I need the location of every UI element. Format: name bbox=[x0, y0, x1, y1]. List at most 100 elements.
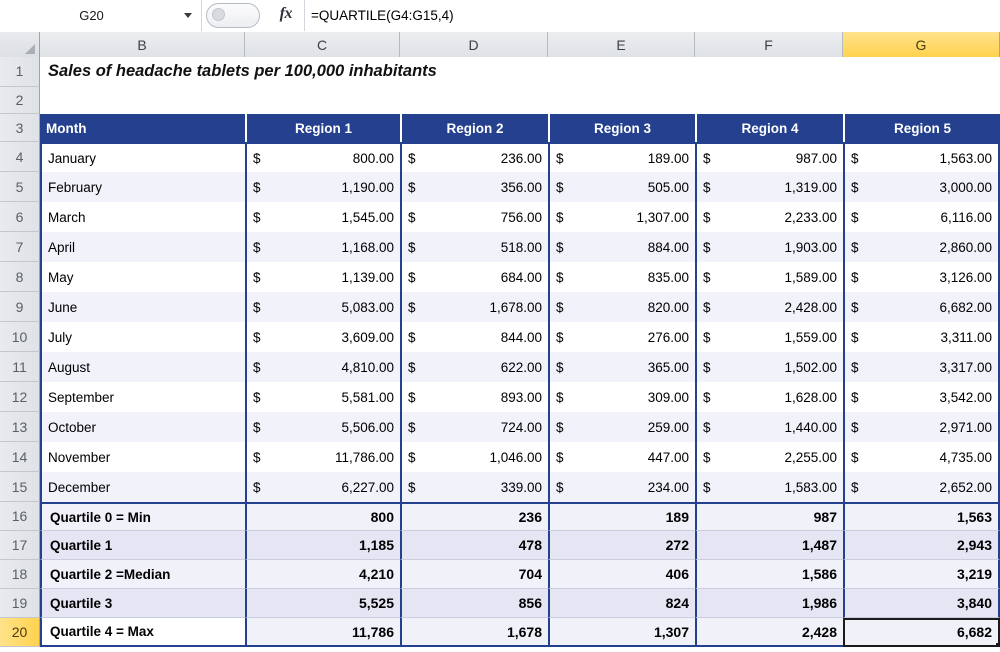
cell-month[interactable]: August bbox=[40, 352, 245, 382]
cell-region-4[interactable]: $1,903.00 bbox=[695, 232, 843, 262]
cell-quartile-region-3[interactable]: 406 bbox=[548, 560, 695, 589]
cell-region-1[interactable]: $11,786.00 bbox=[245, 442, 400, 472]
cell-region-5[interactable]: $3,542.00 bbox=[843, 382, 1000, 412]
cell-region-1[interactable]: $800.00 bbox=[245, 142, 400, 172]
table-header-region-5[interactable]: Region 5 bbox=[843, 114, 1000, 142]
cell-region-1[interactable]: $1,168.00 bbox=[245, 232, 400, 262]
row-header-2[interactable]: 2 bbox=[0, 87, 40, 114]
row-header-15[interactable]: 15 bbox=[0, 472, 40, 502]
cell-region-5[interactable]: $2,652.00 bbox=[843, 472, 1000, 502]
cell-month[interactable]: January bbox=[40, 142, 245, 172]
cell-region-5[interactable]: $3,000.00 bbox=[843, 172, 1000, 202]
cell-region-2[interactable]: $339.00 bbox=[400, 472, 548, 502]
cell-region-2[interactable]: $622.00 bbox=[400, 352, 548, 382]
cell-region-5[interactable]: $3,317.00 bbox=[843, 352, 1000, 382]
cell-month[interactable]: February bbox=[40, 172, 245, 202]
cell-region-1[interactable]: $1,545.00 bbox=[245, 202, 400, 232]
cell-region-1[interactable]: $3,609.00 bbox=[245, 322, 400, 352]
fill-handle[interactable] bbox=[995, 642, 998, 645]
row-header-16[interactable]: 16 bbox=[0, 502, 40, 531]
cell-region-2[interactable]: $684.00 bbox=[400, 262, 548, 292]
select-all-corner[interactable] bbox=[0, 32, 40, 57]
cell-month[interactable]: June bbox=[40, 292, 245, 322]
cell-region-5[interactable]: $2,971.00 bbox=[843, 412, 1000, 442]
cell-region-4[interactable]: $1,589.00 bbox=[695, 262, 843, 292]
cell-region-3[interactable]: $447.00 bbox=[548, 442, 695, 472]
cell-quartile-region-4[interactable]: 987 bbox=[695, 502, 843, 531]
cell-region-4[interactable]: $987.00 bbox=[695, 142, 843, 172]
insert-function-icon[interactable]: fx bbox=[280, 5, 293, 23]
cell-quartile-region-4[interactable]: 1,586 bbox=[695, 560, 843, 589]
cell-region-3[interactable]: $189.00 bbox=[548, 142, 695, 172]
row-header-1[interactable]: 1 bbox=[0, 56, 40, 87]
column-header-c[interactable]: C bbox=[245, 32, 400, 57]
cell-quartile-region-1[interactable]: 4,210 bbox=[245, 560, 400, 589]
row-header-4[interactable]: 4 bbox=[0, 142, 40, 172]
cell-region-2[interactable]: $518.00 bbox=[400, 232, 548, 262]
row-header-18[interactable]: 18 bbox=[0, 560, 40, 589]
cell-month[interactable]: October bbox=[40, 412, 245, 442]
cell-region-3[interactable]: $276.00 bbox=[548, 322, 695, 352]
cell-region-3[interactable]: $505.00 bbox=[548, 172, 695, 202]
row-header-11[interactable]: 11 bbox=[0, 352, 40, 382]
column-header-b[interactable]: B bbox=[40, 32, 245, 57]
row-header-10[interactable]: 10 bbox=[0, 322, 40, 352]
cell-month[interactable]: September bbox=[40, 382, 245, 412]
cell-region-1[interactable]: $1,190.00 bbox=[245, 172, 400, 202]
row-header-12[interactable]: 12 bbox=[0, 382, 40, 412]
cell-region-5[interactable]: $3,311.00 bbox=[843, 322, 1000, 352]
cell-quartile-region-5[interactable]: 1,563 bbox=[843, 502, 1000, 531]
cell-region-5[interactable]: $1,563.00 bbox=[843, 142, 1000, 172]
row-header-7[interactable]: 7 bbox=[0, 232, 40, 262]
cell-region-3[interactable]: $365.00 bbox=[548, 352, 695, 382]
cell-quartile-region-4[interactable]: 1,487 bbox=[695, 531, 843, 560]
sheet-title[interactable]: Sales of headache tablets per 100,000 in… bbox=[40, 56, 1000, 87]
cell-region-2[interactable]: $893.00 bbox=[400, 382, 548, 412]
cell-region-5[interactable]: $3,126.00 bbox=[843, 262, 1000, 292]
cell-region-1[interactable]: $5,083.00 bbox=[245, 292, 400, 322]
cell-quartile-region-2[interactable]: 704 bbox=[400, 560, 548, 589]
cell-region-5[interactable]: $6,116.00 bbox=[843, 202, 1000, 232]
row-header-3[interactable]: 3 bbox=[0, 114, 40, 142]
row-header-8[interactable]: 8 bbox=[0, 262, 40, 292]
row-header-19[interactable]: 19 bbox=[0, 589, 40, 618]
cell-region-1[interactable]: $5,581.00 bbox=[245, 382, 400, 412]
cell-month[interactable]: December bbox=[40, 472, 245, 502]
cell-region-3[interactable]: $234.00 bbox=[548, 472, 695, 502]
table-header-month[interactable]: Month bbox=[40, 114, 245, 142]
cell-quartile-label[interactable]: Quartile 1 bbox=[40, 531, 245, 560]
cell-month[interactable]: November bbox=[40, 442, 245, 472]
cell-quartile-region-3[interactable]: 189 bbox=[548, 502, 695, 531]
cell-region-4[interactable]: $1,559.00 bbox=[695, 322, 843, 352]
cell-quartile-region-4[interactable]: 2,428 bbox=[695, 618, 843, 647]
cell-region-2[interactable]: $724.00 bbox=[400, 412, 548, 442]
cell-region-3[interactable]: $820.00 bbox=[548, 292, 695, 322]
table-header-region-1[interactable]: Region 1 bbox=[245, 114, 400, 142]
cell-region-2[interactable]: $1,678.00 bbox=[400, 292, 548, 322]
cell-quartile-region-2[interactable]: 478 bbox=[400, 531, 548, 560]
active-cell-g20[interactable]: 6,682 bbox=[843, 618, 1000, 647]
cell-quartile-label[interactable]: Quartile 0 = Min bbox=[40, 502, 245, 531]
cell-month[interactable]: May bbox=[40, 262, 245, 292]
row-header-6[interactable]: 6 bbox=[0, 202, 40, 232]
table-header-region-2[interactable]: Region 2 bbox=[400, 114, 548, 142]
cell-quartile-label[interactable]: Quartile 2 =Median bbox=[40, 560, 245, 589]
name-box[interactable]: G20 bbox=[0, 0, 202, 31]
cell-region-4[interactable]: $1,319.00 bbox=[695, 172, 843, 202]
cell-region-2[interactable]: $1,046.00 bbox=[400, 442, 548, 472]
column-header-f[interactable]: F bbox=[695, 32, 843, 57]
table-header-region-3[interactable]: Region 3 bbox=[548, 114, 695, 142]
column-header-e[interactable]: E bbox=[548, 32, 695, 57]
cell-quartile-region-1[interactable]: 5,525 bbox=[245, 589, 400, 618]
cell-month[interactable]: April bbox=[40, 232, 245, 262]
column-header-d[interactable]: D bbox=[400, 32, 548, 57]
cell-quartile-region-3[interactable]: 824 bbox=[548, 589, 695, 618]
cell-quartile-region-1[interactable]: 800 bbox=[245, 502, 400, 531]
cell-quartile-region-5[interactable]: 2,943 bbox=[843, 531, 1000, 560]
row-header-5[interactable]: 5 bbox=[0, 172, 40, 202]
cell-quartile-region-2[interactable]: 236 bbox=[400, 502, 548, 531]
cell-region-2[interactable]: $756.00 bbox=[400, 202, 548, 232]
row-header-20[interactable]: 20 bbox=[0, 618, 40, 647]
cell-month[interactable]: July bbox=[40, 322, 245, 352]
cell-region-4[interactable]: $1,583.00 bbox=[695, 472, 843, 502]
